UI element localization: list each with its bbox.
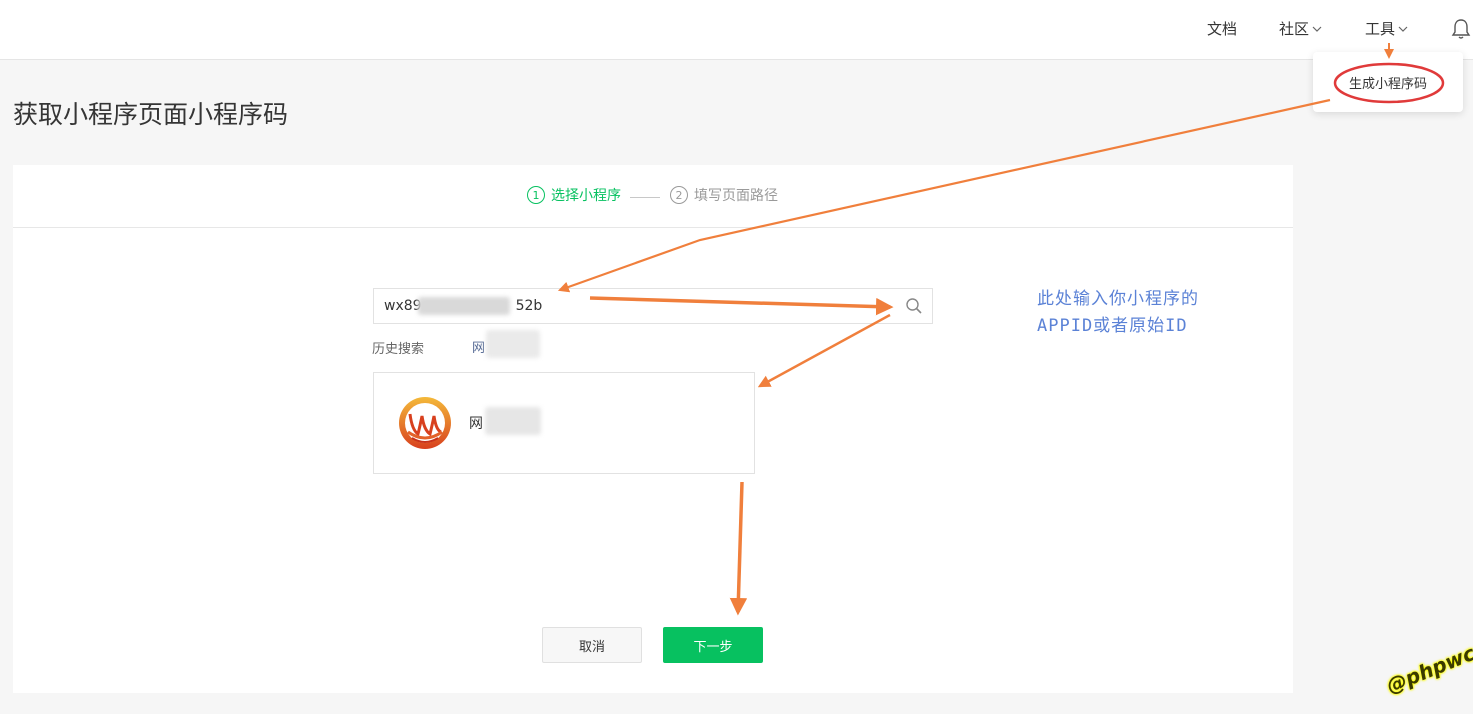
next-step-button-label: 下一步 <box>693 639 733 655</box>
cancel-button-label: 取消 <box>578 639 605 655</box>
redaction-blur <box>485 407 541 435</box>
annotation-note: 此处输入你小程序的 APPID或者原始ID <box>1037 286 1267 340</box>
search-value-start: wx89 <box>384 298 422 314</box>
miniprogram-name: 网 <box>469 416 483 432</box>
step-fill-page-path: 2 填写页面路径 <box>670 185 778 205</box>
redaction-blur <box>418 297 510 315</box>
cancel-button[interactable]: 取消 <box>542 627 642 663</box>
annotation-line-1: 此处输入你小程序的 <box>1037 289 1199 309</box>
nav-tools-label: 工具 <box>1365 20 1396 38</box>
annotation-line-2: APPID或者原始ID <box>1037 316 1188 336</box>
nav-community[interactable]: 社区 <box>1279 18 1322 39</box>
history-search-item[interactable]: 网 <box>472 337 485 356</box>
step-number: 2 <box>670 186 688 204</box>
appid-search-input[interactable]: wx89 52b <box>373 288 933 324</box>
step-select-miniprogram: 1 选择小程序 <box>527 185 621 205</box>
tools-dropdown-menu: 生成小程序码 <box>1313 52 1463 112</box>
top-bar: 文档 社区 工具 <box>0 0 1473 60</box>
page-title: 获取小程序页面小程序码 <box>13 100 289 129</box>
step-label: 填写页面路径 <box>694 188 778 204</box>
nav-tools[interactable]: 工具 <box>1365 18 1408 39</box>
step-indicator: 1 选择小程序 2 填写页面路径 <box>13 165 1293 228</box>
search-result-item[interactable]: 网 <box>373 372 755 474</box>
watermark: @phpwc <box>1383 640 1473 698</box>
search-icon[interactable] <box>905 297 923 315</box>
step-number: 1 <box>527 186 545 204</box>
bell-icon[interactable] <box>1451 18 1471 40</box>
main-card: 1 选择小程序 2 填写页面路径 wx89 52b 历史搜索 网 网 取消 下一… <box>13 165 1293 693</box>
next-step-button[interactable]: 下一步 <box>663 627 763 663</box>
step-label: 选择小程序 <box>551 188 621 204</box>
menu-item-generate-code[interactable]: 生成小程序码 <box>1313 52 1463 112</box>
redaction-blur <box>486 330 540 358</box>
chevron-down-icon <box>1312 26 1322 32</box>
history-search-label: 历史搜索 <box>372 342 425 357</box>
step-divider <box>630 197 660 198</box>
menu-item-generate-code-label: 生成小程序码 <box>1348 76 1427 92</box>
search-value-end: 52b <box>515 298 543 314</box>
miniprogram-logo-icon <box>399 397 451 449</box>
nav-docs[interactable]: 文档 <box>1207 18 1237 39</box>
nav-docs-label: 文档 <box>1207 20 1238 38</box>
nav-community-label: 社区 <box>1279 20 1310 38</box>
chevron-down-icon <box>1398 26 1408 32</box>
